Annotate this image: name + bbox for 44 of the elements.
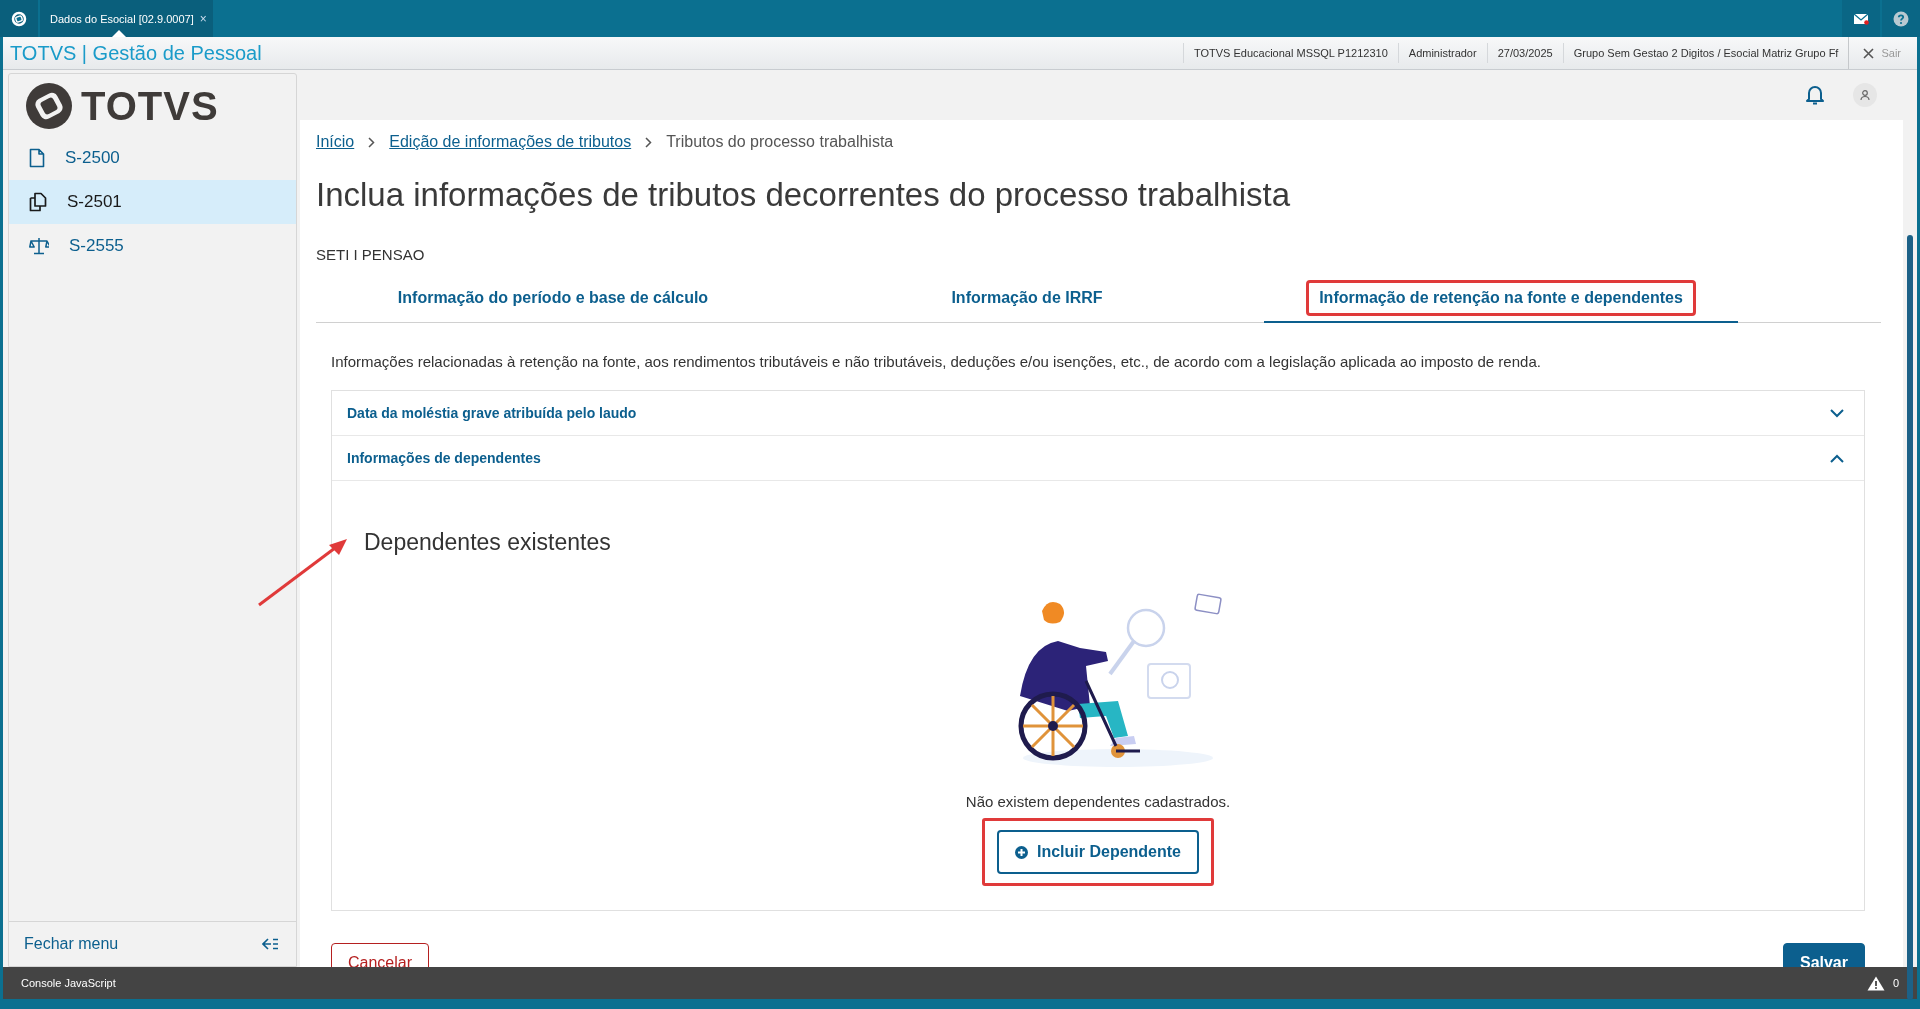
- session-info: Grupo Sem Gestao 2 Digitos / Esocial Matriz Grupo Ff: [1562, 43, 1849, 63]
- notification-bell-icon[interactable]: [1805, 84, 1825, 106]
- warning-count: 0: [1892, 977, 1899, 989]
- add-dependent-button[interactable]: Incluir Dependente: [997, 830, 1199, 874]
- collapse-menu-icon: [262, 938, 278, 950]
- description-text: Informações relacionadas à retenção na fonte, aos rendimentos tributáveis e não tributáveis, deduções e/ou isenções, etc., de acordo com a legislação aplicada ao imposto de renda.: [331, 353, 1542, 370]
- scrollbar-thumb[interactable]: [1907, 235, 1913, 1000]
- breadcrumb-current: Tributos do processo trabalhista: [666, 133, 894, 151]
- page-heading: Inclua informações de tributos decorrentes do processo trabalhista: [316, 176, 1292, 214]
- chevron-up-icon: [1830, 453, 1844, 463]
- chevron-down-icon: [1830, 408, 1844, 418]
- app-logo-icon[interactable]: [11, 10, 27, 27]
- help-icon[interactable]: [1893, 10, 1909, 27]
- plus-circle-icon: [1015, 845, 1028, 859]
- warning-icon: [1866, 975, 1885, 991]
- tab[interactable]: Informação do período e base de cálculo: [316, 275, 790, 323]
- mail-icon[interactable]: [1853, 12, 1869, 25]
- sidebar-item[interactable]: S-2501: [9, 180, 296, 224]
- document-icon: [29, 148, 45, 168]
- copy-icon: [29, 192, 47, 212]
- chevron-right-icon: [645, 136, 653, 148]
- record-name: SETI I PENSAO: [316, 246, 426, 263]
- chevron-right-icon: [368, 136, 376, 148]
- tab[interactable]: Informação de IRRF: [790, 275, 1264, 323]
- session-info: 27/03/2025: [1486, 43, 1563, 63]
- window-tab[interactable]: Dados do Esocial [02.9.0007] ×: [40, 0, 213, 37]
- sidebar-item[interactable]: S-2500: [9, 136, 296, 180]
- app-title: TOTVS | Gestão de Pessoal: [10, 41, 262, 65]
- scale-icon: [29, 237, 49, 255]
- close-menu-button[interactable]: Fechar menu: [9, 921, 296, 966]
- accordion-header[interactable]: Informações de dependentes: [332, 436, 1864, 481]
- user-avatar[interactable]: [1853, 83, 1877, 107]
- close-icon: [1863, 47, 1875, 59]
- accordion-header[interactable]: Data da moléstia grave atribuída pelo laudo: [332, 391, 1864, 436]
- section-title: Dependentes existentes: [364, 529, 611, 556]
- sidebar-item[interactable]: S-2555: [9, 224, 296, 268]
- session-info: TOTVS Educacional MSSQL P1212310: [1182, 43, 1398, 63]
- totvs-logo-icon: [25, 82, 73, 130]
- empty-message: Não existem dependentes cadastrados.: [965, 793, 1231, 810]
- brand-name: TOTVS: [81, 83, 219, 129]
- breadcrumb-link[interactable]: Edição de informações de tributos: [389, 133, 632, 151]
- breadcrumb-link[interactable]: Início: [316, 133, 355, 151]
- console-label[interactable]: Console JavaScript: [21, 977, 116, 989]
- session-info: Administrador: [1397, 43, 1487, 63]
